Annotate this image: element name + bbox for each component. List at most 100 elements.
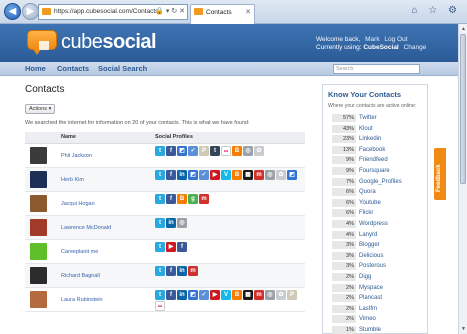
twitter-icon[interactable]: t: [155, 290, 165, 300]
facebook-icon[interactable]: f: [166, 146, 176, 156]
page-scrollbar[interactable]: ▲ ▼: [458, 24, 467, 334]
browser-tab[interactable]: Contacts ✕: [190, 4, 255, 24]
network-name-link[interactable]: Posterous: [359, 262, 386, 270]
posterous-icon[interactable]: P: [199, 146, 209, 156]
network-name-link[interactable]: Facebook: [359, 146, 385, 154]
avatar[interactable]: [30, 195, 47, 212]
blogger-icon[interactable]: B: [232, 146, 242, 156]
facebook-icon[interactable]: f: [177, 242, 187, 252]
network-name-link[interactable]: Twitter: [359, 114, 377, 122]
google-icon[interactable]: g: [188, 194, 198, 204]
contact-name-link[interactable]: Jacqui Hogan: [61, 201, 95, 207]
contact-name-link[interactable]: Richard Bagnall: [61, 273, 100, 279]
actions-dropdown-button[interactable]: Actions ▾: [25, 104, 56, 114]
blogger-icon[interactable]: B: [232, 290, 242, 300]
myspace-icon[interactable]: m: [199, 194, 209, 204]
blogger-icon[interactable]: B: [232, 170, 242, 180]
vimeo-icon[interactable]: V: [221, 170, 231, 180]
network-name-link[interactable]: Quora: [359, 188, 376, 196]
network-name-link[interactable]: Lastfm: [359, 305, 377, 313]
contact-name-link[interactable]: Lawrence McDonald: [61, 225, 111, 231]
misc-icon[interactable]: ◎: [243, 146, 253, 156]
blogger-icon[interactable]: B: [177, 194, 187, 204]
misc-icon[interactable]: ◎: [265, 290, 275, 300]
network-name-link[interactable]: Blogger: [359, 241, 380, 249]
twitter-icon[interactable]: t: [155, 170, 165, 180]
facebook-icon[interactable]: f: [166, 170, 176, 180]
site-logo-text[interactable]: cubesocial: [61, 31, 157, 54]
network-name-link[interactable]: Wordpress: [359, 220, 388, 228]
delicious-icon[interactable]: ◩: [188, 170, 198, 180]
twitter-icon[interactable]: t: [155, 146, 165, 156]
close-tab-icon[interactable]: ✕: [245, 5, 251, 21]
vimeo-icon[interactable]: V: [221, 290, 231, 300]
friendfeed-icon[interactable]: ✓: [199, 170, 209, 180]
network-name-link[interactable]: Flickr: [359, 209, 373, 217]
network-name-link[interactable]: Delicious: [359, 252, 383, 260]
network-name-link[interactable]: Stumble: [359, 326, 381, 334]
network-name-link[interactable]: Vimeo: [359, 315, 376, 323]
friendfeed-icon[interactable]: ✓: [188, 146, 198, 156]
tumblr-icon[interactable]: t: [210, 146, 220, 156]
youtube-icon[interactable]: ▶: [210, 290, 220, 300]
twitter-icon[interactable]: t: [155, 266, 165, 276]
avatar[interactable]: [30, 267, 47, 284]
delicious-icon[interactable]: ◩: [287, 170, 297, 180]
lastfm-icon[interactable]: ▦: [243, 290, 253, 300]
user-name-link[interactable]: Mark: [365, 36, 379, 43]
youtube-icon[interactable]: ▶: [210, 170, 220, 180]
nav-social-search[interactable]: Social Search: [98, 64, 147, 73]
linkedin-icon[interactable]: in: [166, 218, 176, 228]
facebook-icon[interactable]: f: [166, 194, 176, 204]
myspace-icon[interactable]: m: [188, 266, 198, 276]
misc2-icon[interactable]: ✿: [276, 170, 286, 180]
network-name-link[interactable]: Google_Profiles: [359, 178, 402, 186]
network-name-link[interactable]: Youtube: [359, 199, 381, 207]
myspace-icon[interactable]: m: [254, 170, 264, 180]
friendfeed-icon[interactable]: ✓: [199, 290, 209, 300]
twitter-icon[interactable]: t: [155, 218, 165, 228]
network-name-link[interactable]: Linkedin: [359, 135, 381, 143]
network-name-link[interactable]: Digg: [359, 273, 371, 281]
scroll-thumb[interactable]: [460, 34, 466, 184]
search-input[interactable]: Search: [333, 64, 420, 74]
scroll-up-icon[interactable]: ▲: [460, 25, 467, 33]
contact-name-link[interactable]: Laura Rubinstein: [61, 297, 103, 303]
nav-contacts[interactable]: Contacts: [57, 64, 89, 73]
myspace-icon[interactable]: m: [254, 290, 264, 300]
browser-menu-icons[interactable]: ⌂ ☆ ⚙: [411, 5, 461, 16]
twitter-icon[interactable]: t: [155, 242, 165, 252]
flickr-icon[interactable]: ••: [155, 301, 165, 311]
change-link[interactable]: Change: [404, 44, 427, 51]
network-name-link[interactable]: Klout: [359, 125, 373, 133]
misc2-icon[interactable]: ✿: [276, 290, 286, 300]
network-name-link[interactable]: Lanyrd: [359, 231, 377, 239]
network-name-link[interactable]: Myspace: [359, 284, 383, 292]
misc-icon[interactable]: ◎: [265, 170, 275, 180]
network-name-link[interactable]: Plancast: [359, 294, 382, 302]
avatar[interactable]: [30, 291, 47, 308]
scroll-down-icon[interactable]: ▼: [460, 325, 467, 333]
feedback-tab[interactable]: Feedback: [434, 148, 446, 200]
lastfm-icon[interactable]: ▦: [243, 170, 253, 180]
posterous-icon[interactable]: P: [287, 290, 297, 300]
linkedin-icon[interactable]: in: [177, 266, 187, 276]
avatar[interactable]: [30, 219, 47, 236]
avatar[interactable]: [30, 171, 47, 188]
logout-link[interactable]: Log Out: [384, 36, 407, 43]
misc-icon[interactable]: ◎: [177, 218, 187, 228]
flickr-icon[interactable]: ••: [221, 146, 231, 156]
delicious-icon[interactable]: ◩: [177, 146, 187, 156]
facebook-icon[interactable]: f: [166, 290, 176, 300]
contact-name-link[interactable]: Phil Jackson: [61, 153, 92, 159]
delicious-icon[interactable]: ◩: [188, 290, 198, 300]
linkedin-icon[interactable]: in: [177, 290, 187, 300]
linkedin-icon[interactable]: in: [177, 170, 187, 180]
contact-name-link[interactable]: Herb Kim: [61, 177, 84, 183]
network-name-link[interactable]: Foursquare: [359, 167, 390, 175]
address-controls[interactable]: 🔒 ▾ ↻ ✕: [155, 5, 185, 19]
avatar[interactable]: [30, 243, 47, 260]
forward-arrow-icon[interactable]: ▶: [22, 3, 39, 20]
network-name-link[interactable]: Friendfeed: [359, 156, 388, 164]
twitter-icon[interactable]: t: [155, 194, 165, 204]
